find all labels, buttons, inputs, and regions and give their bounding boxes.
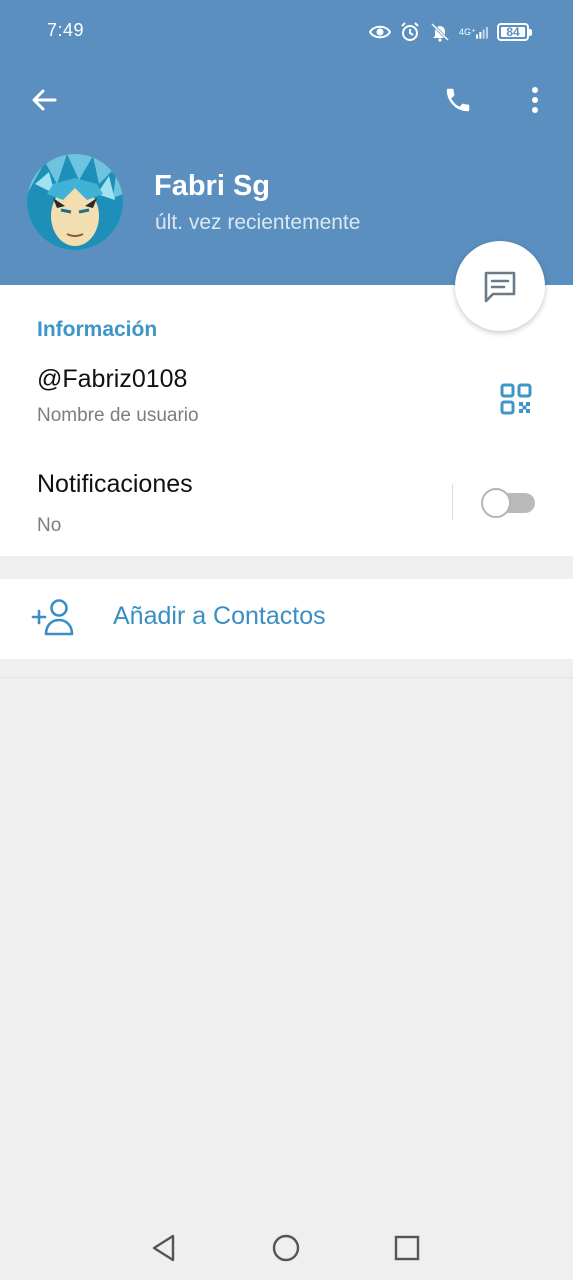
arrow-left-icon (32, 89, 57, 111)
signal-icon: 4G⁺ (459, 21, 489, 43)
notifications-title: Notificaciones (37, 470, 193, 498)
status-icons: 4G⁺ 84 (369, 20, 532, 44)
username-row[interactable]: @Fabriz0108 Nombre de usuario (0, 355, 573, 435)
nav-recents-button[interactable] (387, 1228, 427, 1268)
more-button[interactable] (511, 76, 559, 124)
username-label: Nombre de usuario (37, 405, 199, 426)
triangle-back-icon (152, 1234, 175, 1262)
profile-status: últ. vez recientemente (155, 211, 361, 234)
avatar[interactable] (27, 154, 123, 250)
qr-code-icon (500, 383, 532, 415)
add-contact-row[interactable]: Añadir a Contactos (0, 579, 573, 659)
status-time: 7:49 (47, 20, 85, 40)
battery-icon: 84 (497, 23, 532, 41)
eye-icon (369, 21, 391, 43)
add-person-icon (31, 599, 74, 636)
nav-home-button[interactable] (266, 1228, 306, 1268)
more-vertical-icon (532, 87, 538, 113)
nav-back-button[interactable] (144, 1228, 184, 1268)
message-button[interactable] (455, 241, 545, 331)
qr-code-button[interactable] (496, 379, 536, 419)
network-label: 4G⁺ (459, 26, 476, 37)
square-recents-icon (394, 1235, 420, 1261)
status-bar: 7:49 4G⁺ 84 (0, 0, 573, 64)
phone-icon (446, 88, 470, 112)
notifications-value: No (37, 515, 62, 536)
back-button[interactable] (20, 76, 68, 124)
message-icon (484, 271, 516, 303)
profile-name: Fabri Sg (154, 170, 271, 202)
section-title: Información (37, 318, 158, 341)
notifications-toggle[interactable] (481, 488, 536, 518)
alarm-icon (399, 21, 421, 43)
system-nav-bar (0, 1220, 573, 1280)
bell-muted-icon (429, 21, 451, 43)
toggle-knob (481, 488, 511, 518)
battery-level: 84 (506, 25, 520, 39)
avatar-image (27, 154, 123, 250)
call-button[interactable] (434, 76, 482, 124)
circle-home-icon (272, 1234, 300, 1262)
divider (452, 484, 453, 520)
add-contact-label: Añadir a Contactos (113, 602, 326, 630)
notifications-row[interactable]: Notificaciones No (0, 460, 573, 550)
divider (0, 677, 573, 678)
username-value: @Fabriz0108 (37, 365, 188, 393)
